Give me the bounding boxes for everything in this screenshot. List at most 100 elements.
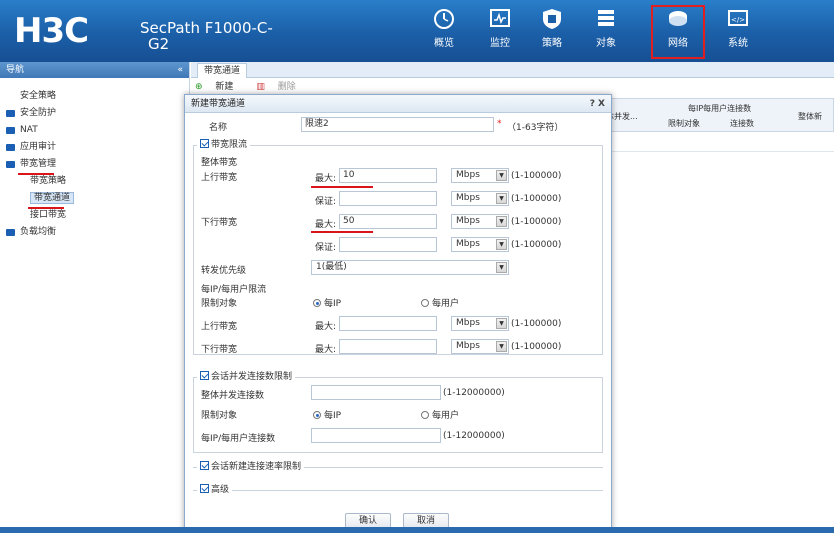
chevron-down-icon: ▼ <box>496 318 507 329</box>
per-ip-connections-input[interactable] <box>311 428 441 443</box>
nav-monitor-label: 监控 <box>490 38 510 49</box>
delete-button[interactable]: ▥ 删除 <box>256 82 305 92</box>
overall-concurrent-input[interactable] <box>311 385 441 400</box>
downstream-guaranteed-unit-select[interactable]: Mbps ▼ <box>451 237 509 252</box>
overall-concurrent-label: 整体并发连接数 <box>201 391 265 401</box>
upstream-max-input[interactable]: 10 <box>339 168 437 183</box>
nav-dashboard[interactable]: 概览 <box>420 8 468 56</box>
upstream-bandwidth-label: 上行带宽 <box>201 173 238 183</box>
h3c-logo: H3C <box>14 11 89 51</box>
radio-session-per-user[interactable]: 每用户 <box>421 408 459 421</box>
downstream-max-input[interactable]: 50 <box>339 214 437 229</box>
sidebar-item-security-policy[interactable]: 安全策略 <box>0 88 189 105</box>
sidebar-item-security-protection[interactable]: 安全防护 <box>0 105 189 122</box>
dialog-title-bar: 新建带宽通道 ? X <box>185 95 611 113</box>
product-name-line2: G2 <box>148 35 170 53</box>
new-bandwidth-channel-dialog: 新建带宽通道 ? X 名称 限速2 * （1-63字符） 带宽限流 整体带宽 上… <box>184 94 612 533</box>
tab-bandwidth-channel[interactable]: 带宽通道 <box>197 63 248 78</box>
checkbox-icon <box>200 371 209 380</box>
radio-per-user[interactable]: 每用户 <box>421 296 459 309</box>
sidebar-item-load-balance[interactable]: 负载均衡 <box>0 224 189 241</box>
sidebar-item-app-audit[interactable]: 应用审计 <box>0 139 189 156</box>
session-limit-group-title: 会话并发连接数限制 <box>211 372 293 382</box>
collapse-sidebar-button[interactable]: « <box>177 62 183 78</box>
radio-session-per-ip[interactable]: 每IP <box>313 408 341 421</box>
bandwidth-group-header[interactable]: 带宽限流 <box>197 139 251 151</box>
toolbar: ⊕ 新建 ▥ 删除 <box>195 80 316 94</box>
upstream-guaranteed-unit-select[interactable]: Mbps ▼ <box>451 191 509 206</box>
monitor-icon <box>490 9 510 27</box>
folder-icon <box>6 144 15 151</box>
objects-icon <box>598 10 614 26</box>
upstream-max-unit-select[interactable]: Mbps ▼ <box>451 168 509 183</box>
help-close-buttons[interactable]: ? X <box>590 95 605 113</box>
expand-icon <box>200 484 209 493</box>
upstream-guaranteed-input[interactable] <box>339 191 437 206</box>
column-header: 限制对象 <box>668 119 700 128</box>
priority-select[interactable]: 1(最低) ▼ <box>311 260 509 275</box>
system-icon: </> <box>728 10 748 26</box>
per-ip-downstream-unit-select[interactable]: Mbps ▼ <box>451 339 509 354</box>
footer-bar <box>0 527 834 533</box>
guaranteed-label: 保证: <box>315 243 337 253</box>
sidebar-item-label: 安全防护 <box>20 108 57 118</box>
nav-system[interactable]: </> 系统 <box>714 8 762 56</box>
advanced-header[interactable]: 高级 <box>197 484 233 496</box>
per-ip-upstream-unit-select[interactable]: Mbps ▼ <box>451 316 509 331</box>
radio-icon <box>421 299 429 307</box>
sidebar-item-nat[interactable]: NAT <box>0 122 189 139</box>
nav-network-label: 网络 <box>668 38 688 49</box>
sidebar-item-bandwidth-channel[interactable]: 带宽通道 <box>0 190 189 207</box>
nav-system-label: 系统 <box>728 38 748 49</box>
column-header: 整体新 <box>798 112 822 121</box>
dashboard-icon <box>434 9 454 29</box>
chevron-down-icon: ▼ <box>496 170 507 181</box>
nav-objects[interactable]: 对象 <box>582 8 630 56</box>
downstream-guaranteed-input[interactable] <box>339 237 437 252</box>
folder-icon <box>6 110 15 117</box>
nav-policy[interactable]: 策略 <box>528 8 576 56</box>
per-ip-downstream-label: 下行带宽 <box>201 345 238 355</box>
sidebar-item-interface-bandwidth[interactable]: 接口带宽 <box>0 207 189 224</box>
nav-network[interactable]: 网络 <box>651 5 705 59</box>
sidebar-item-label: 带宽策略 <box>30 176 67 186</box>
range-hint: (1-100000) <box>511 342 562 352</box>
column-header: 每IP每用户连接数 <box>688 104 752 113</box>
downstream-max-unit-select[interactable]: Mbps ▼ <box>451 214 509 229</box>
radio-icon <box>313 299 321 307</box>
per-ip-upstream-input[interactable] <box>339 316 437 331</box>
delete-button-label: 删除 <box>277 82 296 92</box>
sidebar-item-bandwidth-policy[interactable]: 带宽策略 <box>0 173 189 190</box>
sidebar-item-label: 带宽管理 <box>20 159 57 169</box>
max-label: 最大: <box>315 322 337 332</box>
unit-value: Mbps <box>456 170 480 180</box>
table-header: 体并发... 每IP每用户连接数 限制对象 连接数 整体新 <box>601 98 834 132</box>
network-icon <box>669 11 687 26</box>
radio-icon <box>313 411 321 419</box>
chevron-down-icon: ▼ <box>496 262 507 273</box>
name-input[interactable]: 限速2 <box>301 117 494 132</box>
nav-monitor[interactable]: 监控 <box>476 8 524 56</box>
new-button[interactable]: ⊕ 新建 <box>195 82 243 92</box>
new-connection-rate-header[interactable]: 会话新建连接速率限制 <box>197 461 305 473</box>
chevron-down-icon: ▼ <box>496 239 507 250</box>
tab-strip: 带宽通道 <box>191 62 834 78</box>
per-ip-downstream-input[interactable] <box>339 339 437 354</box>
dialog-title: 新建带宽通道 <box>191 99 246 109</box>
limit-object-label: 限制对象 <box>201 411 238 421</box>
radio-per-ip[interactable]: 每IP <box>313 296 341 309</box>
red-underline <box>311 231 373 233</box>
sidebar-item-label: 负载均衡 <box>20 227 57 237</box>
per-ip-upstream-label: 上行带宽 <box>201 322 238 332</box>
sidebar-item-label: NAT <box>20 125 38 135</box>
expand-icon <box>200 461 209 470</box>
session-limit-group-header[interactable]: 会话并发连接数限制 <box>197 371 296 383</box>
folder-icon <box>6 229 15 236</box>
red-underline <box>311 186 373 188</box>
sidebar-item-label: 接口带宽 <box>30 210 67 220</box>
radio-label: 每用户 <box>432 299 460 309</box>
range-hint: (1-100000) <box>511 319 562 329</box>
sidebar-item-bandwidth-mgmt[interactable]: 带宽管理 <box>0 156 189 173</box>
range-hint: (1-100000) <box>511 194 562 204</box>
new-button-label: 新建 <box>215 82 234 92</box>
